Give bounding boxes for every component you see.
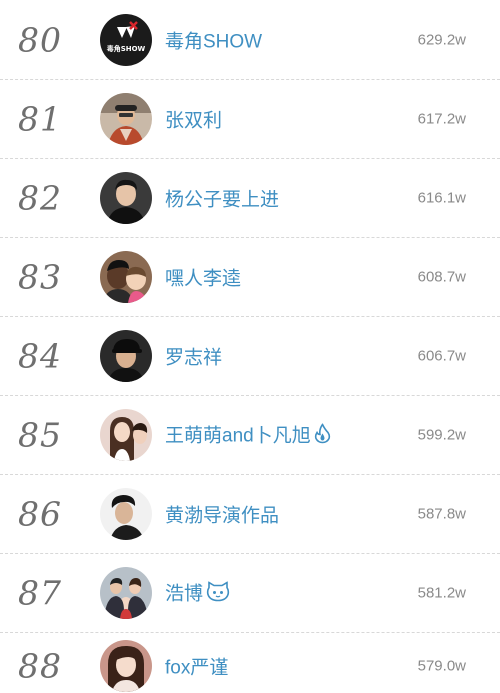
account-name[interactable]: 张双利 (165, 106, 222, 133)
follower-count: 579.0w (417, 657, 466, 675)
rank-number: 86 (18, 494, 62, 534)
follower-count: 617.2w (417, 110, 466, 128)
rank-number: 80 (18, 20, 62, 60)
avatar-woman-portrait-icon[interactable] (100, 640, 152, 692)
account-name-text: 浩博 (165, 583, 204, 605)
cat-face-icon (206, 581, 230, 607)
rank-number: 88 (18, 646, 62, 686)
account-name[interactable]: 浩博 (165, 579, 230, 608)
list-item[interactable]: 85 王萌萌and卜凡旭 599.2w (0, 396, 500, 475)
list-item[interactable]: 83 嘿人李逵 608.7w (0, 238, 500, 317)
rank-number: 85 (18, 415, 62, 455)
rank-number: 87 (18, 573, 62, 613)
avatar-woman-long-hair-icon[interactable] (100, 409, 152, 461)
rank-number: 84 (18, 336, 62, 376)
account-name-text: 王萌萌and卜凡旭 (165, 425, 311, 447)
follower-count: 608.7w (417, 268, 466, 286)
list-item[interactable]: 81 张双利 617.2w (0, 80, 500, 159)
list-item[interactable]: 82 杨公子要上进 616.1w (0, 159, 500, 238)
account-name[interactable]: 罗志祥 (165, 343, 222, 370)
list-item[interactable]: 88 fox严谨 579.0w (0, 633, 500, 693)
flame-icon (314, 422, 331, 449)
rank-number: 83 (18, 257, 62, 297)
avatar-man-cap-dark-icon[interactable] (100, 330, 152, 382)
list-item[interactable]: 80 毒角SHOW 毒角SHOW 629.2w (0, 1, 500, 80)
list-item[interactable]: 86 黄渤导演作品 587.8w (0, 475, 500, 554)
account-name[interactable]: 王萌萌and卜凡旭 (165, 421, 331, 450)
avatar-man-cap-icon[interactable] (100, 93, 152, 145)
list-item[interactable]: 87 浩博 581.2w (0, 554, 500, 633)
avatar-man-dark-icon[interactable] (100, 172, 152, 224)
avatar-logo-unicorn-icon[interactable]: 毒角SHOW (100, 14, 152, 66)
follower-count: 587.8w (417, 505, 466, 523)
follower-count: 581.2w (417, 584, 466, 602)
rank-number: 81 (18, 99, 62, 139)
avatar-logo-text: 毒角SHOW (107, 44, 146, 53)
ranking-list: 80 毒角SHOW 毒角SHOW 629.2w 81 张双利 617.2w 82… (0, 0, 500, 692)
account-name[interactable]: 嘿人李逵 (165, 264, 241, 291)
rank-number: 82 (18, 178, 62, 218)
follower-count: 606.7w (417, 347, 466, 365)
follower-count: 629.2w (417, 31, 466, 49)
follower-count: 599.2w (417, 426, 466, 444)
account-name[interactable]: 黄渤导演作品 (165, 501, 279, 528)
account-name[interactable]: 毒角SHOW (165, 27, 262, 54)
list-item[interactable]: 84 罗志祥 606.7w (0, 317, 500, 396)
account-name[interactable]: 杨公子要上进 (165, 185, 279, 212)
avatar-man-profile-icon[interactable] (100, 488, 152, 540)
avatar-family-icon[interactable] (100, 567, 152, 619)
avatar-man-child-icon[interactable] (100, 251, 152, 303)
follower-count: 616.1w (417, 189, 466, 207)
account-name[interactable]: fox严谨 (165, 653, 228, 680)
